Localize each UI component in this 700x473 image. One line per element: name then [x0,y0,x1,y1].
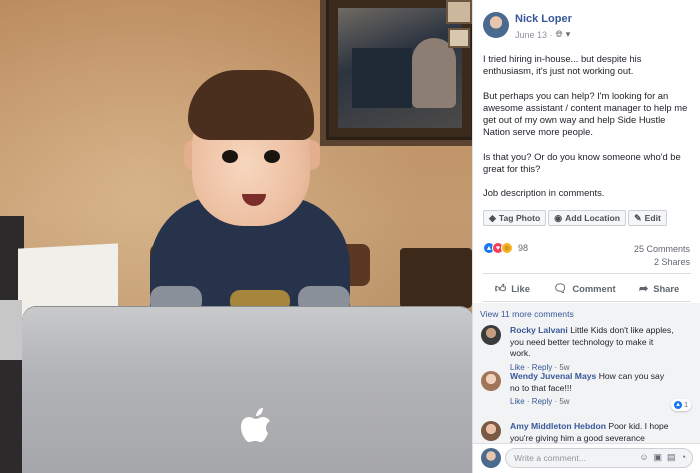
view-more-comments-link[interactable]: View 11 more comments [480,309,574,319]
commenter-avatar[interactable] [481,371,501,391]
globe-icon: 🌐︎ [555,29,563,39]
comment-like-link[interactable]: Like [510,397,525,406]
comment-input-placeholder: Write a comment... [514,453,586,463]
post-date[interactable]: June 13 · [515,30,553,40]
comment-body: Wendy Juvenal Mays How can you say no to… [510,371,676,408]
add-location-button[interactable]: ◉ Add Location [548,210,627,226]
author-avatar[interactable] [483,12,509,38]
location-pin-icon: ◉ [554,212,563,223]
post-paragraph: But perhaps you can help? I'm looking fo… [483,89,688,138]
side-table [400,248,472,308]
post-paragraph: I tried hiring in-house... but despite h… [483,53,642,77]
child-eye-left [222,150,238,163]
sticker-icon[interactable]: ◔ [681,452,686,463]
child-eye-right [264,150,280,163]
divider [483,301,691,302]
engagement-counts: 25 Comments 2 Shares [634,243,690,269]
tag-icon: ◆ [489,212,496,223]
composer-icons: ☺ ▣ ▤ ◔ [639,452,686,463]
comments-section: View 11 more comments Rocky Lalvani Litt… [473,303,700,443]
comment-button[interactable]: 🗨︎ Comment [553,278,615,298]
comment-body: Rocky Lalvani Little Kids don't like app… [510,325,676,373]
like-button[interactable]: 👍︎ Like [495,278,530,298]
share-label: Share [653,282,680,294]
left-box [0,300,22,360]
comment-composer: Write a comment... ☺ ▣ ▤ ◔ [473,443,700,473]
apple-logo-icon [241,408,270,442]
emoji-icon[interactable]: ☺ [639,452,648,463]
post-photo[interactable] [0,0,472,473]
haha-reaction-icon: ☺ [501,242,513,254]
commenter-avatar[interactable] [481,325,501,345]
post-details-panel: Nick Loper June 13 · 🌐︎ ▾ I tried hiring… [472,0,700,473]
gif-icon[interactable]: ▤ [667,452,676,463]
comment-reaction-count: 1 [684,401,688,409]
share-arrow-icon: ➦ [638,282,649,295]
mirror-glass [338,8,462,128]
like-label: Like [511,282,530,294]
like-reaction-icon: ▲ [674,401,683,409]
post-meta: June 13 · 🌐︎ ▾ [515,29,570,40]
comment-reaction-badge[interactable]: ▲ 1 [671,399,691,411]
photo-edit-bar: ◆ Tag Photo ◉ Add Location ✎ Edit [483,210,667,228]
comment-bubble-icon: 🗨︎ [553,282,568,295]
edit-label: Edit [644,213,661,223]
edit-button[interactable]: ✎ Edit [628,210,667,226]
commenter-name[interactable]: Wendy Juvenal Mays [510,371,596,381]
commenter-name[interactable]: Amy Middleton Hebdon [510,421,606,431]
add-location-label: Add Location [565,213,621,223]
reaction-summary[interactable]: ▲ ♥ ☺ 98 [483,242,528,254]
post-header: Nick Loper June 13 · 🌐︎ ▾ [483,10,693,40]
wall-picture-frame-small [448,28,470,48]
like-thumb-icon: 👍︎ [494,282,507,295]
comment-reply-link[interactable]: Reply [532,397,552,406]
reaction-count: 98 [518,243,529,253]
comment-label: Comment [572,282,616,294]
mirror-reflection-shelf [352,48,412,108]
share-button[interactable]: ➦ Share [639,278,679,298]
comment-input[interactable]: Write a comment... ☺ ▣ ▤ ◔ [505,448,693,468]
commenter-name[interactable]: Rocky Lalvani [510,325,568,335]
comment-body: Amy Middleton Hebdon Poor kid. I hope yo… [510,421,676,443]
camera-icon[interactable]: ▣ [654,452,663,463]
pencil-icon: ✎ [634,212,642,223]
shares-count[interactable]: 2 Shares [634,256,690,269]
comment-actions: Like · Reply · 5w [510,397,570,407]
divider [483,273,691,274]
post-actions: 👍︎ Like 🗨︎ Comment ➦ Share [483,278,691,298]
mirror-reflection-person [412,38,456,108]
child-hair-fringe [210,104,280,128]
commenter-avatar[interactable] [481,421,501,441]
dropdown-caret-icon[interactable]: ▾ [566,29,571,40]
post-paragraph: Is that you? Or do you know someone who'… [483,150,681,175]
viewer-avatar [481,448,501,468]
wall-picture-frame [446,0,472,24]
tag-photo-button[interactable]: ◆ Tag Photo [483,210,547,226]
post-text: I tried hiring in-house... but despite h… [483,53,693,212]
tag-photo-label: Tag Photo [498,213,541,223]
comment-time[interactable]: 5w [559,397,569,406]
post-paragraph: Job description in comments. [483,187,605,199]
comments-count[interactable]: 25 Comments [634,243,690,256]
author-name[interactable]: Nick Loper [515,13,572,25]
